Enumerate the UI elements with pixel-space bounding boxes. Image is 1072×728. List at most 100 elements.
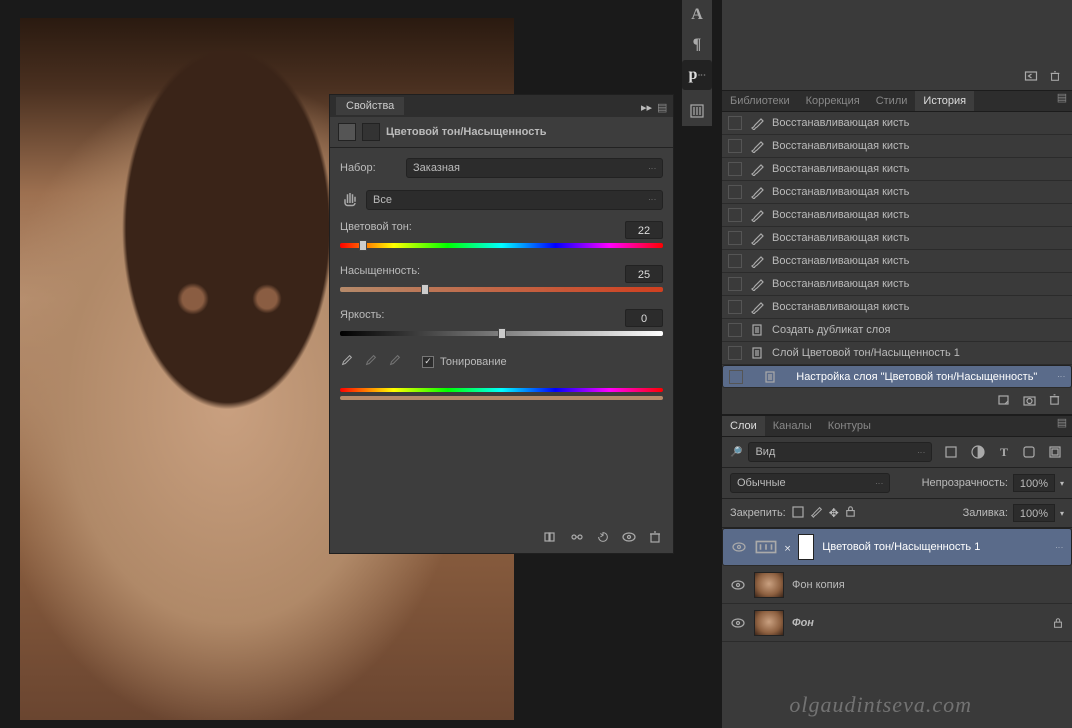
eyedropper-sub-icon[interactable] [388, 353, 402, 370]
tool-a-icon[interactable]: A [682, 0, 712, 30]
history-label: Настройка слоя "Цветовой тон/Насыщенност… [796, 371, 1037, 383]
filter-shape-icon[interactable] [1022, 445, 1038, 459]
tab-history[interactable]: История [915, 91, 974, 111]
layer-name[interactable]: Фон [792, 617, 1044, 629]
adjustments-icon[interactable] [682, 96, 712, 126]
history-item[interactable]: Восстанавливающая кисть [722, 204, 1072, 227]
reset-icon[interactable] [595, 530, 611, 547]
history-checkbox[interactable] [728, 208, 742, 222]
tab-channels[interactable]: Каналы [765, 416, 820, 436]
history-checkbox[interactable] [728, 323, 742, 337]
color-ramp-bottom [340, 396, 663, 400]
filter-text-icon[interactable]: T [996, 445, 1012, 459]
history-checkbox[interactable] [728, 185, 742, 199]
dock-collapse-icon[interactable] [1024, 70, 1038, 85]
history-label: Восстанавливающая кисть [772, 301, 909, 313]
toggle-visibility-icon[interactable] [569, 530, 585, 547]
properties-tab[interactable]: Свойства [336, 97, 404, 115]
fill-value[interactable]: 100% [1013, 504, 1055, 522]
hue-value[interactable]: 22 [625, 221, 663, 239]
history-checkbox[interactable] [728, 300, 742, 314]
history-item[interactable]: Восстанавливающая кисть [722, 181, 1072, 204]
lightness-slider[interactable] [340, 331, 663, 341]
properties-header[interactable]: Свойства ▸▸ ▤ [330, 95, 673, 117]
filter-pixel-icon[interactable] [944, 445, 960, 459]
history-checkbox[interactable] [728, 346, 742, 360]
eyedropper-icon[interactable] [340, 353, 354, 370]
layer-name[interactable]: Фон копия [792, 579, 1064, 591]
tool-paragraph-icon[interactable]: ¶ [682, 30, 712, 60]
layer-thumb[interactable] [754, 572, 784, 598]
delete-adjustment-icon[interactable] [647, 530, 663, 547]
history-checkbox[interactable] [728, 162, 742, 176]
panel-menu-icon[interactable]: ▤ [1052, 91, 1072, 111]
hue-slider[interactable] [340, 243, 663, 253]
tab-paths[interactable]: Контуры [820, 416, 879, 436]
scrubby-hand-icon[interactable] [340, 188, 360, 211]
layer-row[interactable]: Фон копия [722, 566, 1072, 604]
layers-menu-icon[interactable]: ▤ [1052, 416, 1072, 436]
history-checkbox[interactable] [728, 231, 742, 245]
channel-select[interactable]: Все [366, 190, 663, 210]
lock-icon [1052, 617, 1064, 629]
tab-libraries[interactable]: Библиотеки [722, 91, 798, 111]
history-item[interactable]: Восстанавливающая кисть [722, 250, 1072, 273]
history-item[interactable]: Восстанавливающая кисть [722, 158, 1072, 181]
filter-smart-icon[interactable] [1048, 445, 1064, 459]
filter-adjust-icon[interactable] [970, 445, 986, 459]
history-label: Восстанавливающая кисть [772, 163, 909, 175]
visibility-eye-icon[interactable] [730, 617, 746, 629]
preset-select[interactable]: Заказная [406, 158, 663, 178]
layer-filter-select[interactable]: Вид [748, 442, 932, 462]
history-item[interactable]: Восстанавливающая кисть [722, 227, 1072, 250]
lightness-value[interactable]: 0 [625, 309, 663, 327]
mask-type-icon[interactable] [362, 123, 380, 141]
history-checkbox[interactable] [728, 116, 742, 130]
panel-collapse-icon[interactable]: ▸▸ [641, 101, 651, 111]
lock-all-icon[interactable] [844, 505, 857, 521]
history-checkbox[interactable] [729, 370, 743, 384]
history-item[interactable]: Создать дубликат слоя [722, 319, 1072, 342]
tab-styles[interactable]: Стили [868, 91, 916, 111]
history-item[interactable]: Восстанавливающая кисть [722, 296, 1072, 319]
history-item[interactable]: Восстанавливающая кисть [722, 273, 1072, 296]
history-item[interactable]: Слой Цветовой тон/Насыщенность 1 [722, 342, 1072, 365]
brush-icon [750, 162, 764, 176]
history-item[interactable]: Настройка слоя "Цветовой тон/Насыщенност… [722, 365, 1072, 388]
layers-list[interactable]: 𐄂 Цветовой тон/Насыщенность 1 Фон копия … [722, 528, 1072, 642]
blend-mode-select[interactable]: Обычные [730, 473, 890, 493]
tool-glyph-icon[interactable]: p [682, 60, 712, 90]
lock-pixels-icon[interactable] [810, 505, 824, 522]
history-new-doc-icon[interactable] [997, 393, 1012, 409]
opacity-value[interactable]: 100% [1013, 474, 1055, 492]
link-icon[interactable]: 𐄂 [785, 540, 790, 554]
layer-mask-thumb[interactable] [798, 534, 814, 560]
saturation-value[interactable]: 25 [625, 265, 663, 283]
history-snapshot-icon[interactable] [1022, 393, 1037, 409]
doc-icon [763, 370, 777, 384]
panel-menu-icon[interactable]: ▤ [657, 101, 667, 111]
history-checkbox[interactable] [728, 139, 742, 153]
clip-to-layer-icon[interactable] [543, 530, 559, 547]
history-checkbox[interactable] [728, 254, 742, 268]
dock-trash-icon[interactable] [1048, 70, 1062, 85]
visibility-eye-icon[interactable] [731, 541, 747, 553]
lock-position-icon[interactable]: ✥ [829, 506, 839, 520]
history-list[interactable]: Восстанавливающая кисть Восстанавливающа… [722, 112, 1072, 388]
layer-name[interactable]: Цветовой тон/Насыщенность 1 [822, 541, 1047, 553]
layer-row[interactable]: Фон [722, 604, 1072, 642]
layer-row[interactable]: 𐄂 Цветовой тон/Насыщенность 1 [722, 528, 1072, 566]
visibility-eye-icon[interactable] [730, 579, 746, 591]
lock-transparent-icon[interactable] [791, 505, 805, 522]
history-item[interactable]: Восстанавливающая кисть [722, 135, 1072, 158]
preview-eye-icon[interactable] [621, 530, 637, 547]
tab-adjustments[interactable]: Коррекция [798, 91, 868, 111]
history-item[interactable]: Восстанавливающая кисть [722, 112, 1072, 135]
saturation-slider[interactable] [340, 287, 663, 297]
history-delete-icon[interactable] [1047, 393, 1062, 409]
layer-thumb[interactable] [754, 610, 784, 636]
history-checkbox[interactable] [728, 277, 742, 291]
colorize-checkbox[interactable]: ✓ Тонирование [422, 356, 507, 368]
tab-layers[interactable]: Слои [722, 416, 765, 436]
eyedropper-add-icon[interactable] [364, 353, 378, 370]
